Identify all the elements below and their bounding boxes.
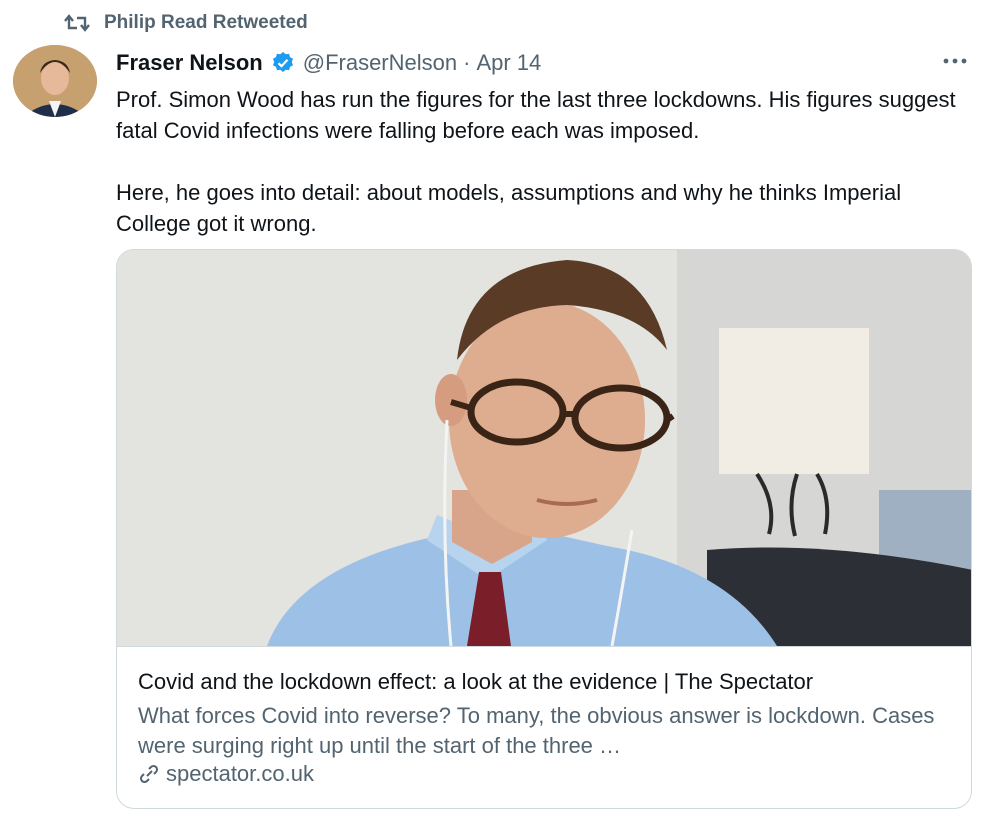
link-card[interactable]: Covid and the lockdown effect: a look at… — [116, 249, 972, 809]
tweet-header: Fraser Nelson @FraserNelson · Apr 14 — [116, 48, 976, 78]
card-title: Covid and the lockdown effect: a look at… — [138, 669, 814, 694]
separator-dot: · — [463, 50, 471, 75]
author-handle[interactable]: @FraserNelson — [303, 50, 457, 76]
retweet-icon — [64, 12, 90, 34]
card-image — [117, 250, 971, 646]
card-domain: spectator.co.uk — [138, 761, 314, 787]
author-name[interactable]: Fraser Nelson — [116, 50, 263, 76]
card-body: Covid and the lockdown effect: a look at… — [117, 646, 971, 808]
card-domain-text: spectator.co.uk — [166, 761, 314, 786]
avatar[interactable] — [13, 45, 97, 117]
more-options-icon[interactable] — [942, 54, 968, 68]
retweet-context[interactable]: Philip Read Retweeted — [64, 10, 308, 36]
tweet-date[interactable]: Apr 14 — [476, 50, 541, 76]
retweet-label: Philip Read Retweeted — [104, 12, 308, 33]
card-description: What forces Covid into reverse? To many,… — [138, 703, 935, 758]
link-icon — [138, 763, 160, 785]
verified-badge-icon — [271, 51, 295, 75]
tweet-text: Prof. Simon Wood has run the figures for… — [116, 87, 956, 236]
